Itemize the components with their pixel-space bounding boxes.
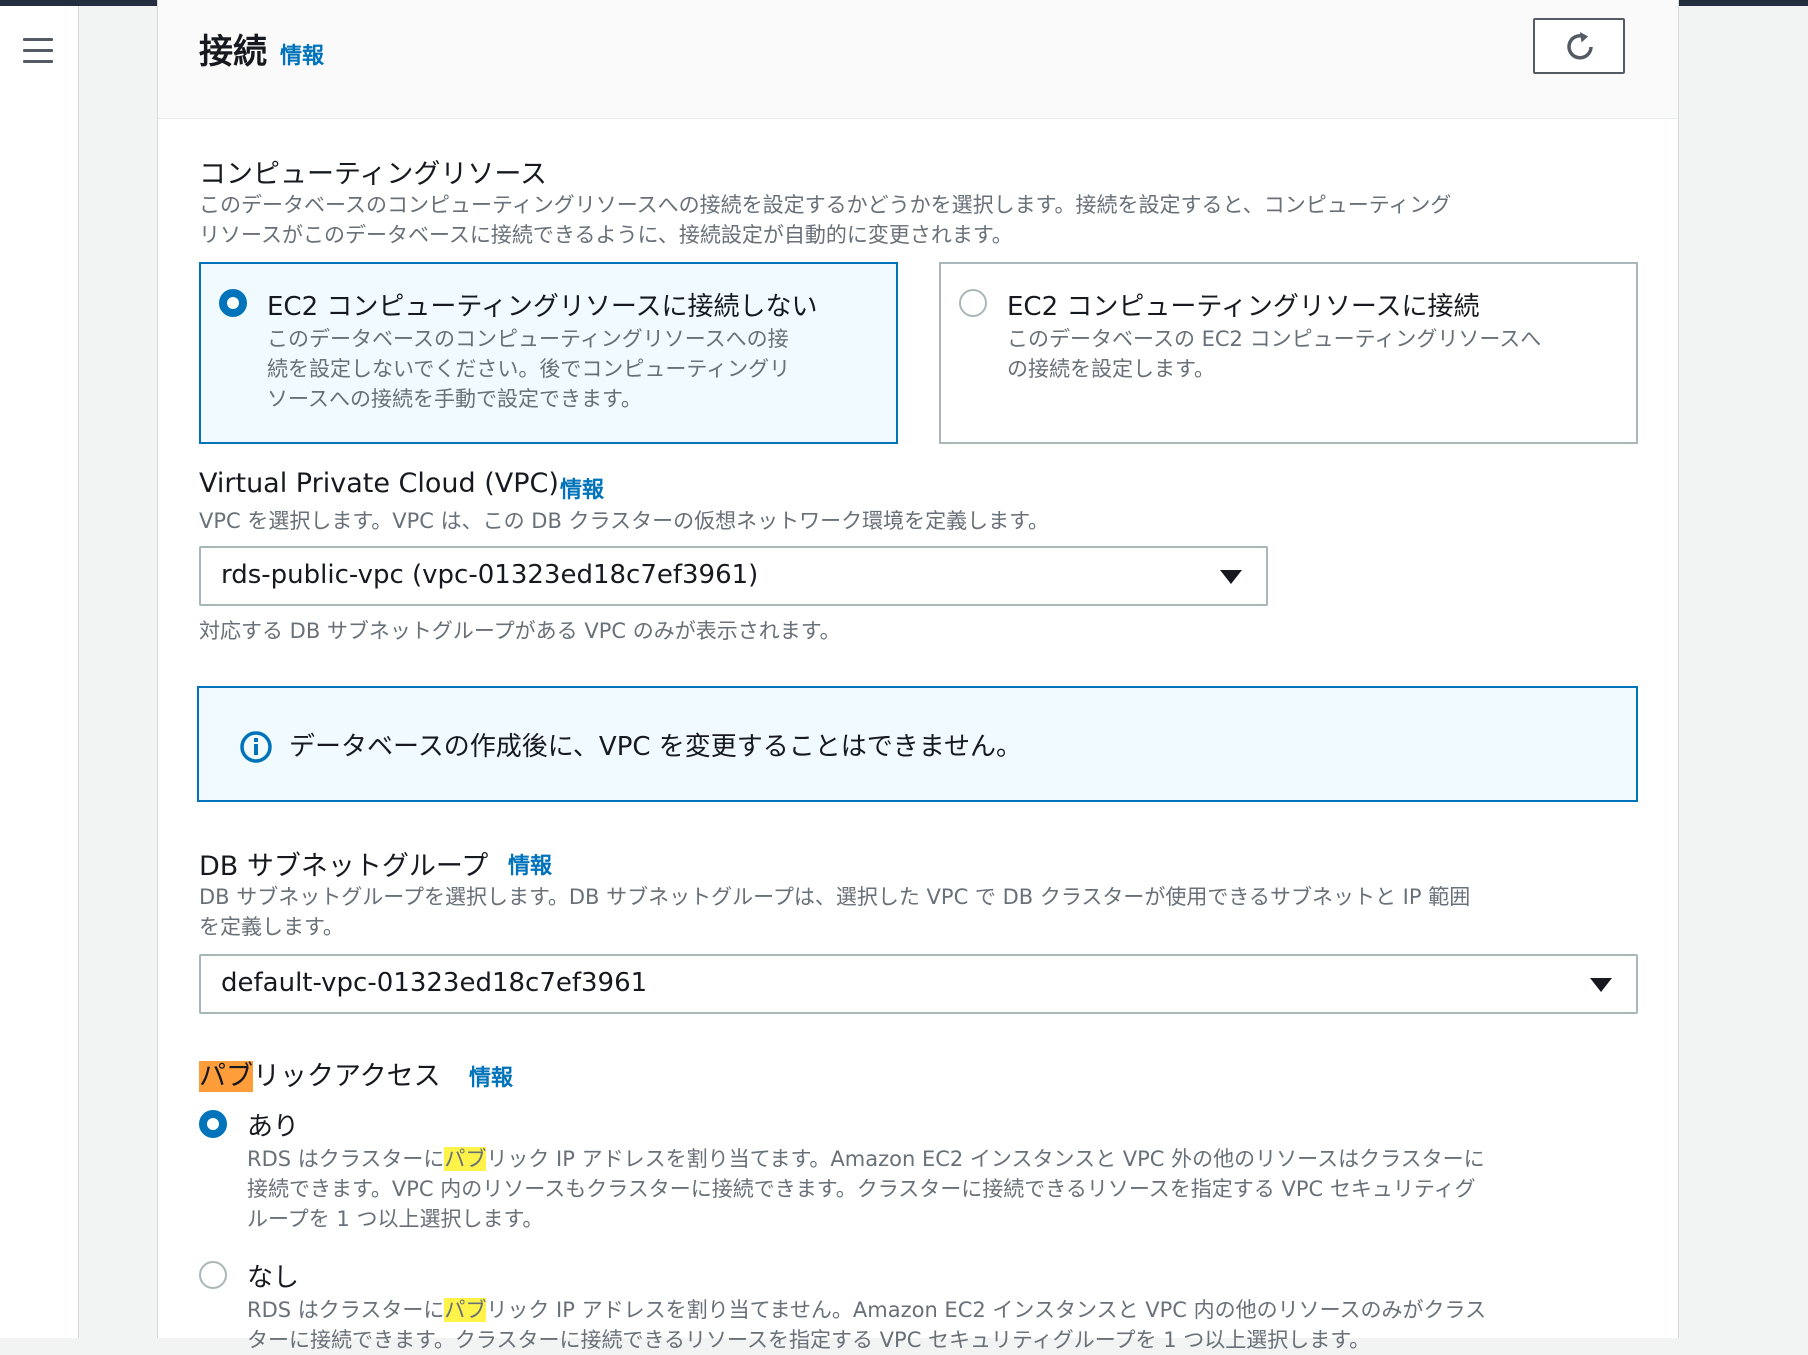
yes-desc-highlight: パブ: [444, 1147, 487, 1171]
subnet-label: DB サブネットグループ: [199, 851, 489, 882]
tile-ec2-title: EC2 コンピューティングリソースに接続: [1007, 292, 1480, 322]
tile-no-ec2-title: EC2 コンピューティングリソースに接続しない: [267, 292, 818, 322]
subnet-desc-2: を定義します。: [199, 915, 344, 939]
refresh-icon: [1567, 32, 1593, 60]
subnet-select-value: default-vpc-01323ed18c7ef3961: [221, 968, 648, 998]
compute-resource-desc-1: このデータベースのコンピューティングリソースへの接続を設定するかどうかを選択しま…: [199, 193, 1452, 217]
panel-title: 接続: [199, 32, 267, 72]
tile-ec2-desc-2: の接続を設定します。: [1007, 357, 1215, 381]
public-access-no-desc-1: RDS はクラスターにパブリック IP アドレスを割り当てません。Amazon …: [247, 1295, 1486, 1325]
vpc-select-value: rds-public-vpc (vpc-01323ed18c7ef3961): [221, 560, 759, 590]
left-navigation-rail: [0, 6, 79, 1338]
public-access-label: パブリックアクセス: [199, 1054, 441, 1093]
refresh-button[interactable]: [1533, 18, 1625, 74]
vpc-select[interactable]: rds-public-vpc (vpc-01323ed18c7ef3961): [199, 546, 1268, 606]
tile-no-ec2-desc-1: このデータベースのコンピューティングリソースへの接: [267, 327, 789, 351]
tile-no-ec2-desc-2: 続を設定しないでください。後でコンピューティングリ: [267, 357, 791, 381]
alert-text: データベースの作成後に、VPC を変更することはできません。: [289, 732, 1023, 762]
tile-no-ec2-desc-3: ソースへの接続を手動で設定できます。: [267, 387, 642, 411]
panel-info-link[interactable]: 情報: [280, 38, 324, 70]
public-access-label-rest: リックアクセス: [253, 1061, 441, 1092]
public-access-no-label[interactable]: なし: [247, 1257, 299, 1294]
public-access-yes-desc-1: RDS はクラスターにパブリック IP アドレスを割り当てます。Amazon E…: [247, 1144, 1485, 1174]
public-access-info-link[interactable]: 情報: [469, 1060, 513, 1092]
vpc-desc: VPC を選択します。VPC は、この DB クラスターの仮想ネットワーク環境を…: [199, 509, 1050, 533]
caret-down-icon: [1220, 570, 1242, 584]
radio-ec2-connection[interactable]: [959, 289, 987, 317]
subnet-desc-1: DB サブネットグループを選択します。DB サブネットグループは、選択した VP…: [199, 885, 1471, 909]
no-desc-post: リック IP アドレスを割り当てません。Amazon EC2 インスタンスと V…: [486, 1298, 1487, 1322]
public-access-yes-desc-3: ループを 1 つ以上選択します。: [247, 1207, 544, 1231]
yes-desc-pre: RDS はクラスターに: [247, 1147, 445, 1171]
yes-desc-post: リック IP アドレスを割り当てます。Amazon EC2 インスタンスと VP…: [486, 1147, 1485, 1171]
menu-icon[interactable]: [23, 38, 53, 66]
no-desc-highlight: パブ: [444, 1298, 487, 1322]
compute-resource-desc-2: リソースがこのデータベースに接続できるように、接続設定が自動的に変更されます。: [199, 223, 1013, 247]
public-access-label-highlight: パブ: [199, 1061, 253, 1092]
vpc-info-link[interactable]: 情報: [560, 472, 604, 504]
vpc-info-alert: データベースの作成後に、VPC を変更することはできません。: [197, 686, 1638, 802]
subnet-info-link[interactable]: 情報: [508, 848, 552, 880]
tile-ec2-connection[interactable]: EC2 コンピューティングリソースに接続 このデータベースの EC2 コンピュー…: [939, 262, 1638, 444]
tile-no-ec2-connection[interactable]: EC2 コンピューティングリソースに接続しない このデータベースのコンピューティ…: [199, 262, 898, 444]
tile-ec2-desc-1: このデータベースの EC2 コンピューティングリソースへ: [1007, 327, 1542, 351]
compute-resource-label: コンピューティングリソース: [199, 159, 548, 190]
caret-down-icon: [1590, 978, 1612, 992]
public-access-no-desc-2: ターに接続できます。クラスターに接続できるリソースを指定する VPC セキュリテ…: [247, 1328, 1371, 1352]
vpc-hint: 対応する DB サブネットグループがある VPC のみが表示されます。: [199, 619, 841, 643]
subnet-select[interactable]: default-vpc-01323ed18c7ef3961: [199, 954, 1638, 1014]
radio-public-access-no[interactable]: [199, 1261, 227, 1289]
panel-header: 接続 情報: [158, 0, 1678, 119]
public-access-yes-desc-2: 接続できます。VPC 内のリソースもクラスターに接続できます。クラスターに接続で…: [247, 1177, 1476, 1201]
public-access-yes-label[interactable]: あり: [247, 1106, 299, 1143]
no-desc-pre: RDS はクラスターに: [247, 1298, 445, 1322]
radio-no-ec2-connection[interactable]: [219, 289, 247, 317]
vpc-label: Virtual Private Cloud (VPC): [199, 468, 559, 499]
radio-public-access-yes[interactable]: [199, 1110, 227, 1138]
info-icon: [240, 731, 272, 763]
